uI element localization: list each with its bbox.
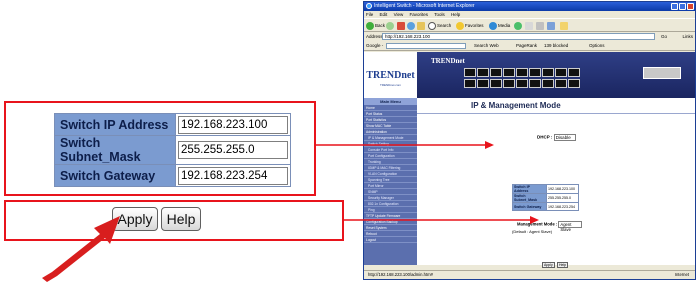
arrow-to-fields-head	[485, 141, 494, 149]
annotation-arrows	[42, 141, 539, 282]
pointer-arrow-icon	[42, 216, 120, 282]
arrow-to-buttons-head	[530, 216, 539, 224]
